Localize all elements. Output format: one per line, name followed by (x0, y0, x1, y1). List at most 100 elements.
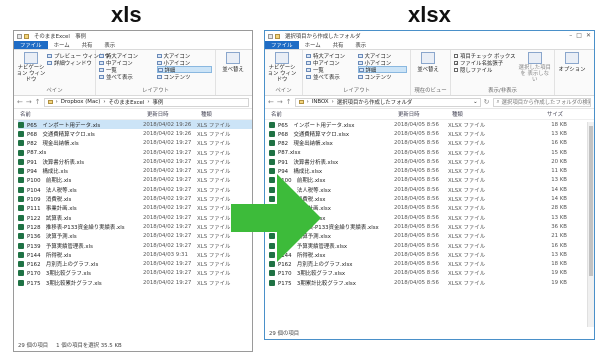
tab-share[interactable]: 共有 (76, 41, 99, 49)
file-date: 2018/04/05 8:56 (394, 140, 439, 147)
column-name[interactable]: 名前 (20, 110, 147, 118)
tab-view[interactable]: 表示 (98, 41, 121, 49)
breadcrumb-separator: › (103, 99, 106, 105)
address-bar[interactable]: › Dropbox (Mac) › そのままExcel › 事例 (43, 97, 249, 107)
column-size[interactable]: サイズ (547, 110, 563, 118)
up-arrow-icon[interactable]: ↑ (286, 98, 292, 106)
layout-content[interactable]: コンテンツ (156, 73, 213, 81)
file-size: 18 KB (551, 121, 567, 128)
layout-caption: レイアウト (343, 88, 370, 94)
file-row[interactable]: P68 交通費精算マクロ.xls 2018/04/02 19:26 XLS ファイル (18, 129, 252, 138)
file-row[interactable]: P136 決算予測.xls 2018/04/02 19:27 XLS ファイル (18, 232, 252, 241)
breadcrumb-item[interactable]: 選択項目から作成したフォルダ (337, 99, 412, 106)
breadcrumb-item[interactable]: そのままExcel (109, 99, 145, 106)
sort-button[interactable]: 並べ替え (414, 52, 442, 73)
close-icon[interactable]: ✕ (586, 32, 591, 39)
file-row[interactable]: P87.xlsx 2018/04/05 8:56 XLSX ファイル 15 KB (269, 148, 594, 157)
excel-file-icon (18, 233, 24, 240)
file-row[interactable]: P68 交通費精算マクロ.xlsx 2018/04/05 8:56 XLSX ファイ… (269, 129, 594, 138)
file-name: P139 予算実績管理表.xls (27, 243, 93, 250)
refresh-icon[interactable]: ↻ (484, 98, 490, 106)
file-row[interactable]: P82 現金出納帳.xls 2018/04/02 19:27 XLS ファイル (18, 139, 252, 148)
dropdown-chevron-icon[interactable]: ⌄ (473, 99, 480, 105)
file-row[interactable]: P65 インポート用データ.xlsx 2018/04/05 8:56 XLSX ファ… (269, 120, 594, 129)
excel-file-icon (269, 270, 275, 277)
search-icon: ⌕ (496, 98, 500, 105)
folder-icon[interactable] (24, 33, 29, 39)
content-icon (357, 74, 363, 79)
file-row[interactable]: P162 月別売上のグラフ.xls 2018/04/02 19:27 XLS ファイ… (18, 259, 252, 268)
file-row[interactable]: P170 3期比較グラフ.xlsx 2018/04/05 8:56 XLSX ファイ… (269, 269, 594, 278)
address-bar[interactable]: › INBOX › 選択項目から作成したフォルダ ⌄ (294, 97, 481, 107)
layout-content[interactable]: コンテンツ (357, 73, 408, 81)
column-name[interactable]: 名前 (271, 110, 398, 118)
file-row[interactable]: P100 前期比.xls 2018/04/02 19:27 XLS ファイル (18, 176, 252, 185)
details-icon (358, 67, 364, 72)
sort-button[interactable]: 並べ替え (219, 52, 247, 73)
navigation-pane-button[interactable]: ナビゲーション ウィンドウ (17, 52, 45, 83)
column-date[interactable]: 更新日時 (147, 110, 201, 118)
breadcrumb-item[interactable]: Dropbox (Mac) (61, 99, 101, 105)
tab-file[interactable]: ファイル (14, 41, 48, 49)
forward-arrow-icon[interactable]: → (277, 98, 283, 106)
up-arrow-icon[interactable]: ↑ (35, 98, 41, 106)
maximize-icon[interactable]: □ (576, 32, 582, 39)
quick-access-icon[interactable] (268, 33, 273, 39)
file-row[interactable]: P122 試算表.xls 2018/04/02 19:27 XLS ファイル (18, 213, 252, 222)
layout-tiles[interactable]: 並べて表示 (99, 73, 155, 81)
folder-icon[interactable] (275, 33, 280, 39)
hide-selected-label: 選択した項目を 表示しない (518, 65, 551, 83)
details-icon (157, 67, 163, 72)
file-row[interactable]: P104 法人税等.xls 2018/04/02 19:27 XLS ファイル (18, 185, 252, 194)
tab-view[interactable]: 表示 (349, 41, 372, 49)
file-row[interactable]: P91 決算書分析表.xlsx 2018/04/05 8:56 XLSX ファイル 2… (269, 157, 594, 166)
breadcrumb-item[interactable]: 事例 (153, 99, 164, 106)
sort-label: 並べ替え (222, 67, 244, 73)
file-size: 18 KB (551, 261, 567, 268)
options-button[interactable]: オプション (558, 52, 586, 73)
file-row[interactable]: P128 推移表-P133資金繰り実績表.xls 2018/04/02 19:27… (18, 222, 252, 231)
vertical-scrollbar[interactable] (587, 122, 594, 327)
file-row[interactable]: P175 3期比較累計グラフ.xls 2018/04/02 19:27 XLS ファ… (18, 278, 252, 287)
file-row[interactable]: P139 予算実績管理表.xls 2018/04/02 19:27 XLS ファイル (18, 241, 252, 250)
column-type[interactable]: 種類 (452, 110, 547, 118)
file-row[interactable]: P82 現金出納帳.xlsx 2018/04/05 8:56 XLSX ファイル 16… (269, 139, 594, 148)
file-row[interactable]: P109 消費税.xls 2018/04/02 19:27 XLS ファイル (18, 194, 252, 203)
file-row[interactable]: P65 インポート用データ.xls 2018/04/02 19:26 XLS ファイ… (18, 120, 252, 130)
excel-file-icon (18, 158, 24, 165)
file-type: XLSX ファイル (448, 187, 486, 194)
forward-arrow-icon[interactable]: → (26, 98, 32, 106)
back-arrow-icon[interactable]: ← (17, 98, 23, 106)
minimize-icon[interactable]: – (569, 32, 572, 39)
scrollbar-thumb[interactable] (589, 126, 593, 276)
file-name: P104 法人税等.xls (27, 187, 77, 194)
file-row[interactable]: P170 3期比較グラフ.xls 2018/04/02 19:27 XLS ファイル (18, 269, 252, 278)
file-row[interactable]: P91 決算書分析表.xls 2018/04/02 19:27 XLS ファイル (18, 157, 252, 166)
breadcrumb-item[interactable]: INBOX (312, 99, 329, 105)
file-name: P94 構成比.xls (27, 169, 68, 176)
hidden-items-toggle[interactable]: 隠しファイル (454, 66, 515, 74)
file-row[interactable]: P94 構成比.xls 2018/04/02 19:27 XLS ファイル (18, 166, 252, 175)
quick-access-icon[interactable] (17, 33, 22, 39)
file-date: 2018/04/05 8:56 (394, 196, 439, 203)
file-date: 2018/04/05 8:56 (394, 130, 439, 137)
tab-home[interactable]: ホーム (48, 41, 76, 49)
tab-home[interactable]: ホーム (299, 41, 327, 49)
file-date: 2018/04/02 19:27 (143, 158, 192, 165)
column-date[interactable]: 更新日時 (398, 110, 452, 118)
layout-tiles[interactable]: 並べて表示 (306, 73, 356, 81)
tab-share[interactable]: 共有 (327, 41, 350, 49)
navigation-pane-button[interactable]: ナビゲーション ウィンドウ (268, 52, 296, 83)
search-input[interactable]: ⌕ 選択項目から作成したフォルダの検索 (492, 97, 591, 107)
file-row[interactable]: P111 事業計画.xls 2018/04/02 19:27 XLS ファイル (18, 204, 252, 213)
file-date: 2018/04/02 19:26 (143, 130, 192, 137)
hide-selected-button[interactable]: 選択した項目を 表示しない (518, 52, 551, 83)
status-bar: 29 個の項目 1 個の項目を選択 35.5 KB (18, 341, 122, 349)
file-row[interactable]: P144 所得税.xls 2018/04/03 9:31 XLS ファイル (18, 250, 252, 259)
file-row[interactable]: P175 3期累計比較グラフ.xlsx 2018/04/05 8:56 XLSX フ… (269, 278, 594, 287)
column-type[interactable]: 種類 (201, 110, 212, 118)
back-arrow-icon[interactable]: ← (268, 98, 274, 106)
tab-file[interactable]: ファイル (265, 41, 299, 49)
excel-file-icon (18, 279, 24, 286)
file-row[interactable]: P87.xls 2018/04/02 19:27 XLS ファイル (18, 148, 252, 157)
